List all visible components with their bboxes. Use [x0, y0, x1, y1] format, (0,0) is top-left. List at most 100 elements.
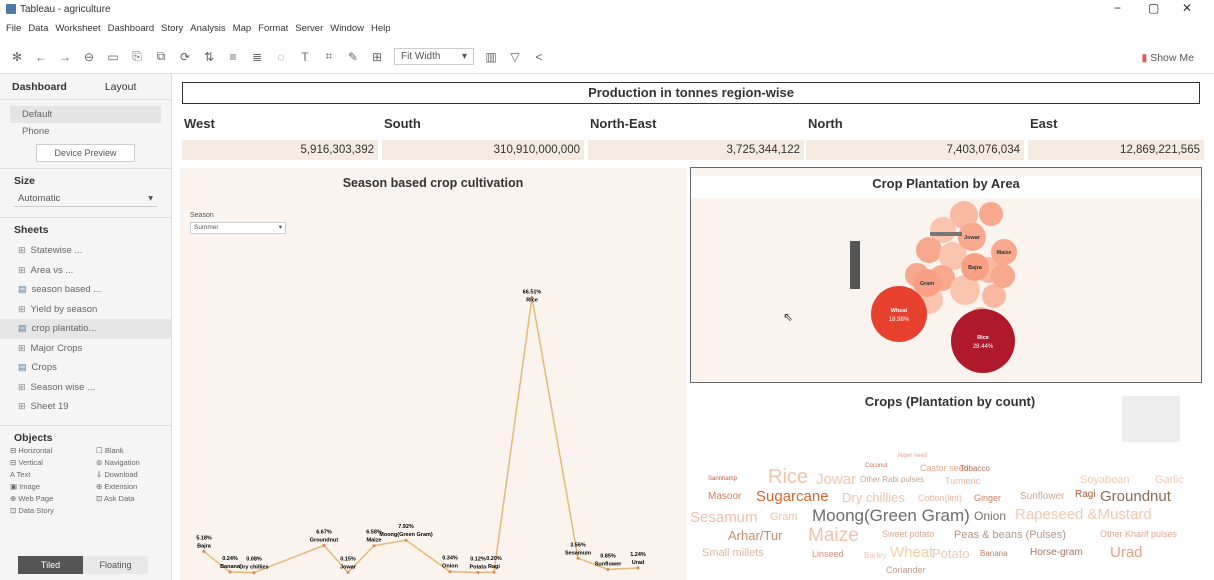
object-data-story[interactable]: ⊡ Data Story: [10, 506, 96, 515]
sheet-item[interactable]: ▤ season based ...: [0, 280, 171, 300]
wordcloud-word[interactable]: Peas & beans (Pulses): [954, 529, 1066, 541]
panel-controls[interactable]: [850, 241, 860, 289]
data-point[interactable]: [576, 556, 580, 560]
data-point[interactable]: [322, 543, 326, 547]
wordcloud-word[interactable]: Horse-gram: [1030, 547, 1083, 558]
highlight-icon[interactable]: ✎: [346, 50, 360, 64]
object-horizontal[interactable]: ⊟ Horizontal: [10, 446, 96, 455]
tab-layout[interactable]: Layout: [93, 81, 149, 93]
object-web-page[interactable]: ⊕ Web Page: [10, 494, 96, 503]
object-navigation[interactable]: ⊚ Navigation: [96, 458, 166, 467]
share-icon[interactable]: <: [532, 50, 546, 64]
sheet-item[interactable]: ⊞ Yield by season: [0, 300, 171, 320]
region-east-value[interactable]: 12,869,221,565: [1028, 140, 1204, 160]
wordcloud-word[interactable]: Garlic: [1155, 474, 1184, 486]
close-button[interactable]: ✕: [1182, 1, 1192, 15]
object-blank[interactable]: ☐ Blank: [96, 446, 166, 455]
data-point[interactable]: [228, 570, 232, 574]
device-phone[interactable]: Phone: [0, 123, 171, 140]
wordcloud-word[interactable]: Linseed: [812, 549, 844, 559]
label-icon[interactable]: T: [298, 50, 312, 64]
floating-button[interactable]: Floating: [83, 556, 148, 574]
show-me-button[interactable]: ▮ Show Me: [1142, 52, 1194, 64]
menu-worksheet[interactable]: Worksheet: [55, 23, 100, 34]
crop-bubble[interactable]: [979, 202, 1003, 226]
menu-analysis[interactable]: Analysis: [190, 23, 225, 34]
data-point[interactable]: [476, 571, 480, 575]
tooltip-icon[interactable]: ▽: [508, 50, 522, 64]
wordcloud-word[interactable]: Maize: [808, 525, 859, 547]
swap-icon[interactable]: ⇅: [202, 50, 216, 64]
wordcloud-word[interactable]: Urad: [1110, 544, 1143, 561]
region-west-value[interactable]: 5,916,303,392: [182, 140, 378, 160]
menu-story[interactable]: Story: [161, 23, 183, 34]
data-point[interactable]: [252, 571, 256, 575]
object-image[interactable]: ▣ Image: [10, 482, 96, 491]
crop-bubble[interactable]: [871, 286, 927, 342]
device-default[interactable]: Default: [10, 106, 161, 123]
menu-file[interactable]: File: [6, 23, 21, 34]
size-select[interactable]: Automatic ▾: [14, 191, 157, 207]
wordcloud-word[interactable]: Groundnut: [1100, 488, 1171, 505]
group-icon[interactable]: ◌: [274, 50, 288, 64]
menu-server[interactable]: Server: [295, 23, 323, 34]
object-ask-data[interactable]: ⊡ Ask Data: [96, 494, 166, 503]
wordcloud-word[interactable]: Banana: [980, 549, 1008, 558]
data-point[interactable]: [372, 544, 376, 548]
crop-bubble[interactable]: [991, 264, 1015, 288]
wordcloud-word[interactable]: Rapeseed &Mustard: [1015, 506, 1152, 523]
menu-map[interactable]: Map: [233, 23, 251, 34]
tiled-button[interactable]: Tiled: [18, 556, 83, 574]
sheet-item[interactable]: ▤ crop plantatio...: [0, 319, 171, 339]
menu-format[interactable]: Format: [258, 23, 288, 34]
crop-bubble[interactable]: [916, 237, 942, 263]
wordcloud-word[interactable]: Other Kharif pulses: [1100, 529, 1177, 539]
fix-axes-icon[interactable]: ⌗: [322, 49, 336, 64]
sheet-item[interactable]: ⊞ Major Crops: [0, 339, 171, 359]
wordcloud-word[interactable]: Sugarcane: [756, 488, 829, 505]
wordcloud-word[interactable]: Tobacco: [960, 464, 990, 473]
menu-help[interactable]: Help: [371, 23, 391, 34]
wordcloud-word[interactable]: Rice: [768, 466, 808, 489]
device-preview-button[interactable]: Device Preview: [36, 144, 135, 162]
wordcloud-word[interactable]: Dry chillies: [842, 490, 905, 505]
wordcloud-word[interactable]: Niger seed: [898, 453, 927, 459]
wordcloud-word[interactable]: Other Rabi pulses: [860, 475, 924, 484]
wordcloud-word[interactable]: Sweet potato: [882, 529, 935, 539]
clear-icon[interactable]: ⟳: [178, 50, 192, 64]
wordcloud-word[interactable]: Jowar: [816, 471, 856, 488]
back-icon[interactable]: ←: [34, 50, 48, 64]
sort-asc-icon[interactable]: ≡: [226, 50, 240, 64]
sheet-item[interactable]: ⊞ Area vs ...: [0, 261, 171, 281]
sheet-item[interactable]: ▤ Crops: [0, 358, 171, 378]
tableau-logo-icon[interactable]: ✻: [10, 50, 24, 64]
new-sheet-icon[interactable]: ⎘: [130, 49, 144, 64]
data-point[interactable]: [636, 566, 640, 570]
object-download[interactable]: ⇩ Download: [96, 470, 166, 479]
object-vertical[interactable]: ⊟ Vertical: [10, 458, 96, 467]
wordcloud-word[interactable]: Arhar/Tur: [728, 528, 782, 543]
sort-desc-icon[interactable]: ≣: [250, 50, 264, 64]
menu-data[interactable]: Data: [28, 23, 48, 34]
data-source-icon[interactable]: ⊖: [82, 50, 96, 64]
duplicate-icon[interactable]: ⧉: [154, 49, 168, 64]
wordcloud-word[interactable]: Coriander: [886, 565, 926, 575]
data-point[interactable]: [448, 570, 452, 574]
region-south-value[interactable]: 310,910,000,000: [382, 140, 584, 160]
wordcloud-word[interactable]: Wheat: [890, 544, 933, 561]
season-filter-select[interactable]: Summer ▾: [190, 222, 286, 234]
forward-icon[interactable]: →: [58, 50, 72, 64]
wordcloud-word[interactable]: Sesamum: [690, 509, 758, 526]
data-point[interactable]: [346, 570, 350, 574]
wordcloud-word[interactable]: Onion: [974, 509, 1006, 523]
resize-handle[interactable]: [930, 232, 962, 236]
wordcloud-word[interactable]: Soyabean: [1080, 474, 1130, 486]
sheet-item[interactable]: ⊞ Season wise ...: [0, 378, 171, 398]
presentation-icon[interactable]: ⊞: [370, 50, 384, 64]
wordcloud-word[interactable]: Turmeric: [945, 476, 980, 486]
wordcloud-word[interactable]: Coconut: [865, 463, 887, 469]
region-north-value[interactable]: 7,403,076,034: [806, 140, 1024, 160]
wordcloud-word[interactable]: Ginger: [974, 493, 1001, 503]
data-point[interactable]: [202, 550, 206, 554]
region-northeast-value[interactable]: 3,725,344,122: [588, 140, 804, 160]
